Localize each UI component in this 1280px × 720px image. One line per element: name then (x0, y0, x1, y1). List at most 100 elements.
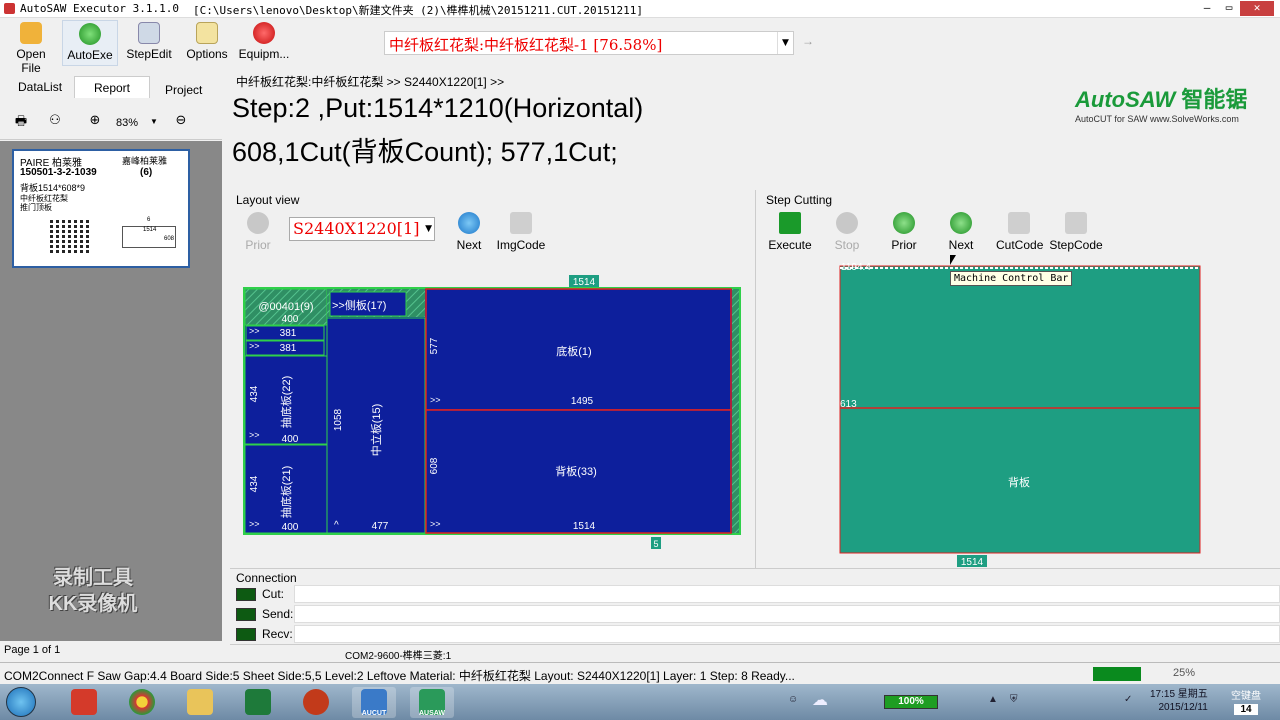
tab-project[interactable]: Project (165, 83, 202, 97)
svg-text:>>侧板(17): >>侧板(17) (332, 298, 386, 312)
options-button[interactable]: Options (184, 22, 230, 61)
close-button[interactable]: ✕ (1240, 1, 1274, 16)
layout-next-button[interactable]: Next (455, 212, 483, 252)
bottom-tag: 5 (653, 539, 658, 549)
printer-icon (1008, 212, 1030, 234)
zoom-out-icon[interactable]: ⊖ (172, 112, 190, 128)
printer-icon (1065, 212, 1087, 234)
network-icon[interactable]: ✓ (1124, 694, 1132, 705)
step-prior-button[interactable]: Prior (889, 212, 919, 252)
breadcrumb: 中纤板红花梨:中纤板红花梨 >> S2440X1220[1] >> (236, 75, 505, 89)
chevron-down-icon[interactable]: ▼ (150, 117, 158, 126)
open-file-button[interactable]: Open File (6, 22, 56, 75)
svg-text:1495: 1495 (571, 396, 594, 407)
svg-text:577: 577 (429, 337, 440, 354)
svg-text:>>: >> (430, 519, 441, 529)
main-toolbar: Open File AutoExe StepEdit Options Equip… (0, 18, 1280, 75)
chrome-icon (129, 689, 155, 715)
part-label[interactable]: PAIRE 柏莱雅 嘉峰柏莱雅 150501-3-2-1039 (6) 背板15… (12, 149, 190, 268)
taskbar-excel[interactable] (236, 687, 280, 718)
svg-text:>>: >> (249, 430, 260, 440)
svg-text:608: 608 (429, 457, 440, 474)
calendar-widget[interactable]: 空键盘 14 (1227, 687, 1265, 717)
equipment-button[interactable]: Equipm... (236, 22, 292, 61)
svg-text:抽底板(22): 抽底板(22) (279, 376, 293, 429)
report-preview: PAIRE 柏莱雅 嘉峰柏莱雅 150501-3-2-1039 (6) 背板15… (0, 141, 222, 641)
chevron-down-icon: ▼ (777, 32, 793, 54)
taskbar-autocut[interactable]: AUCUT (352, 687, 396, 718)
tab-datalist[interactable]: DataList (18, 80, 62, 94)
svg-text:381: 381 (280, 328, 297, 339)
shield-icon[interactable]: ⛨ (1010, 694, 1018, 705)
clock[interactable]: 17:15 星期五 2015/12/11 (1150, 688, 1208, 714)
zoom-in-icon[interactable]: ⊕ (86, 112, 104, 128)
svg-text:400: 400 (282, 434, 299, 445)
taskbar-autosaw[interactable]: AUSAW (410, 687, 454, 718)
printer-icon (510, 212, 532, 234)
taskbar-explorer[interactable] (178, 687, 222, 718)
svg-text:>>: >> (249, 341, 260, 351)
bottom-dimension: 1514 (961, 557, 984, 568)
send-field[interactable] (294, 605, 1280, 623)
layout-view-title: Layout view (236, 193, 300, 207)
folder-icon (187, 689, 213, 715)
equipment-icon (253, 22, 275, 44)
battery-indicator[interactable]: 100% (884, 695, 938, 709)
arrow-icon: → (802, 34, 814, 48)
cut-drawing[interactable]: 1194.4 613 背板 1514 (836, 256, 1208, 568)
cut-field[interactable] (294, 585, 1280, 603)
left-tabs: DataList Report Project (0, 76, 222, 102)
arrow-right-icon (950, 212, 972, 234)
autoexe-button[interactable]: AutoExe (62, 20, 118, 66)
zoom-level[interactable]: 83% (116, 117, 138, 129)
svg-text:1514: 1514 (573, 521, 596, 532)
svg-text:477: 477 (372, 521, 389, 532)
progress-label: 25% (1173, 667, 1196, 679)
imgcode-button[interactable]: ImgCode (496, 212, 546, 252)
cloud-icon[interactable]: ☁ (812, 690, 828, 710)
sheet-select[interactable]: S2440X1220[1] ▼ (289, 217, 435, 241)
cutcode-button[interactable]: CutCode (996, 212, 1043, 252)
step-next-button[interactable]: Next (946, 212, 976, 252)
recv-field[interactable] (294, 625, 1280, 643)
svg-text:1058: 1058 (333, 408, 344, 431)
svg-text:>>: >> (430, 395, 441, 405)
stepedit-button[interactable]: StepEdit (124, 22, 174, 61)
mid-value: 613 (840, 399, 857, 410)
app-icon (71, 689, 97, 715)
taskbar-app-5[interactable] (294, 687, 338, 718)
watermark-line2: KK录像机 (48, 593, 138, 615)
svg-text:>>: >> (249, 326, 260, 336)
binoculars-icon[interactable]: ⚇ (46, 112, 64, 128)
excel-icon (245, 689, 271, 715)
recv-led (236, 628, 256, 641)
taskbar-app-1[interactable] (62, 687, 106, 718)
taskbar-chrome[interactable] (120, 687, 164, 718)
execute-button[interactable]: Execute (766, 212, 814, 252)
start-button[interactable] (6, 687, 36, 717)
arrow-right-icon (458, 212, 480, 234)
maximize-button[interactable]: ▭ (1218, 1, 1240, 16)
tray-icon[interactable]: ☺ (788, 694, 798, 705)
tray-arrow-icon[interactable]: ▲ (988, 694, 998, 705)
app-title: AutoSAW Executor 3.1.1.0 (20, 2, 179, 15)
status-bar: COM2Connect F Saw Gap:4.4 Board Side:5 S… (0, 662, 1280, 684)
piece-name: 背板 (1008, 475, 1030, 489)
stepedit-icon (138, 22, 160, 44)
left-toolbar: 🖶 ⚇ ⊕ 83% ▼ ⊖ (0, 104, 222, 140)
file-path: [C:\Users\lenovo\Desktop\新建文件夹 (2)\榫榫机械\… (193, 4, 643, 17)
tab-report[interactable]: Report (74, 76, 150, 98)
folder-icon (20, 22, 42, 44)
cut-board (839, 265, 1201, 554)
print-icon[interactable]: 🖶 (12, 112, 30, 128)
stepcode-button[interactable]: StepCode (1049, 212, 1103, 252)
progress-bar (1093, 667, 1141, 681)
svg-text:背板(33): 背板(33) (555, 464, 597, 478)
stop-button[interactable]: Stop (832, 212, 862, 252)
minimize-button[interactable]: – (1196, 1, 1218, 16)
layout-prior-button[interactable]: Prior (244, 212, 272, 252)
svg-text:抽底板(21): 抽底板(21) (279, 466, 293, 519)
cut-row: Cut: (234, 585, 1280, 603)
layout-drawing[interactable]: 1514 @00401(9) 400 >>侧板(17) >> 381 >> 38… (240, 272, 744, 554)
material-select[interactable]: 中纤板红花梨:中纤板红花梨-1 [76.58%] ▼ (384, 31, 794, 55)
